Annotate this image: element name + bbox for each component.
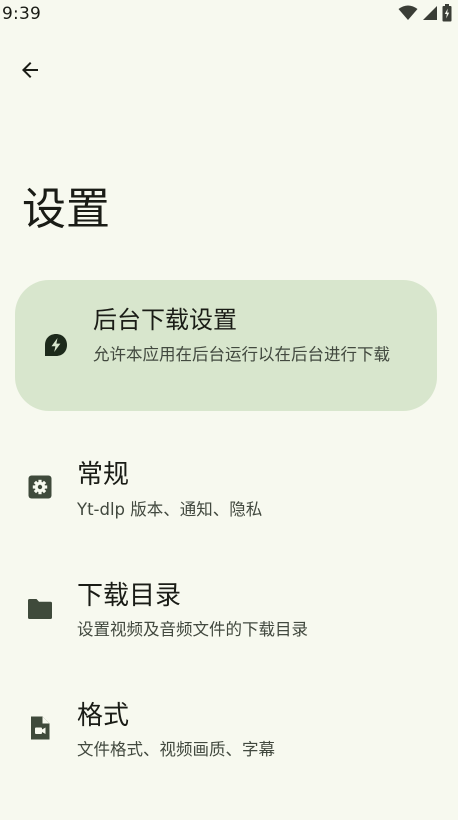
settings-item-description: Yt-dlp 版本、通知、隐私 bbox=[77, 500, 263, 519]
wifi-icon bbox=[398, 5, 418, 25]
settings-item-description: 文件格式、视频画质、字幕 bbox=[77, 740, 275, 759]
settings-item-title: 常规 bbox=[77, 460, 130, 490]
folder-icon bbox=[27, 596, 53, 622]
settings-item-description: 设置视频及音频文件的下载目录 bbox=[77, 620, 308, 639]
back-button[interactable] bbox=[10, 52, 50, 92]
bolt-leaf-icon bbox=[43, 332, 69, 358]
settings-gear-icon bbox=[27, 474, 53, 500]
settings-item-general[interactable]: 常规 Yt-dlp 版本、通知、隐私 bbox=[0, 448, 458, 548]
battery-charging-icon bbox=[442, 4, 452, 26]
settings-item-title: 下载目录 bbox=[77, 581, 182, 611]
page-title: 设置 bbox=[22, 184, 110, 235]
cellular-signal-icon bbox=[422, 5, 438, 25]
card-title: 后台下载设置 bbox=[93, 306, 237, 334]
card-description: 允许本应用在后台运行以在后台进行下载 bbox=[93, 345, 390, 364]
background-download-settings-card[interactable]: 后台下载设置 允许本应用在后台运行以在后台进行下载 bbox=[15, 280, 437, 411]
settings-item-download-directory[interactable]: 下载目录 设置视频及音频文件的下载目录 bbox=[0, 568, 458, 668]
arrow-back-icon bbox=[18, 58, 42, 86]
settings-item-format[interactable]: 格式 文件格式、视频画质、字幕 bbox=[0, 688, 458, 788]
status-bar: 9:39 bbox=[0, 0, 458, 30]
status-icons bbox=[398, 4, 452, 26]
settings-screen: 9:39 设置 后台下载设置 允许本应用在后台运行以在后台进行下载 常规 Yt-… bbox=[0, 0, 458, 820]
video-file-icon bbox=[27, 715, 53, 741]
status-time: 9:39 bbox=[2, 4, 41, 24]
settings-item-title: 格式 bbox=[77, 701, 130, 731]
